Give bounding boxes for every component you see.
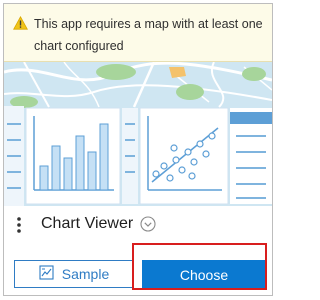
sample-image-icon <box>39 265 54 283</box>
action-bar: Sample Choose <box>4 250 272 295</box>
sample-button[interactable]: Sample <box>14 260 134 288</box>
app-title: Chart Viewer <box>41 215 134 232</box>
warning-banner: This app requires a map with at least on… <box>4 4 272 62</box>
kebab-menu-icon[interactable] <box>16 216 22 239</box>
warning-icon <box>13 15 28 35</box>
choose-button[interactable]: Choose <box>142 260 266 290</box>
warning-text: This app requires a map with at least on… <box>34 17 263 53</box>
list-panel-icon <box>230 108 272 204</box>
app-title-row: Chart Viewer <box>4 206 272 244</box>
app-thumbnail <box>4 61 272 206</box>
sample-label: Sample <box>61 266 110 282</box>
scatter-chart-icon <box>139 107 229 205</box>
bar-chart-icon <box>25 107 121 205</box>
app-card: This app requires a map with at least on… <box>3 3 273 296</box>
chevron-down-circle-icon[interactable] <box>140 216 156 237</box>
choose-label: Choose <box>179 267 229 283</box>
